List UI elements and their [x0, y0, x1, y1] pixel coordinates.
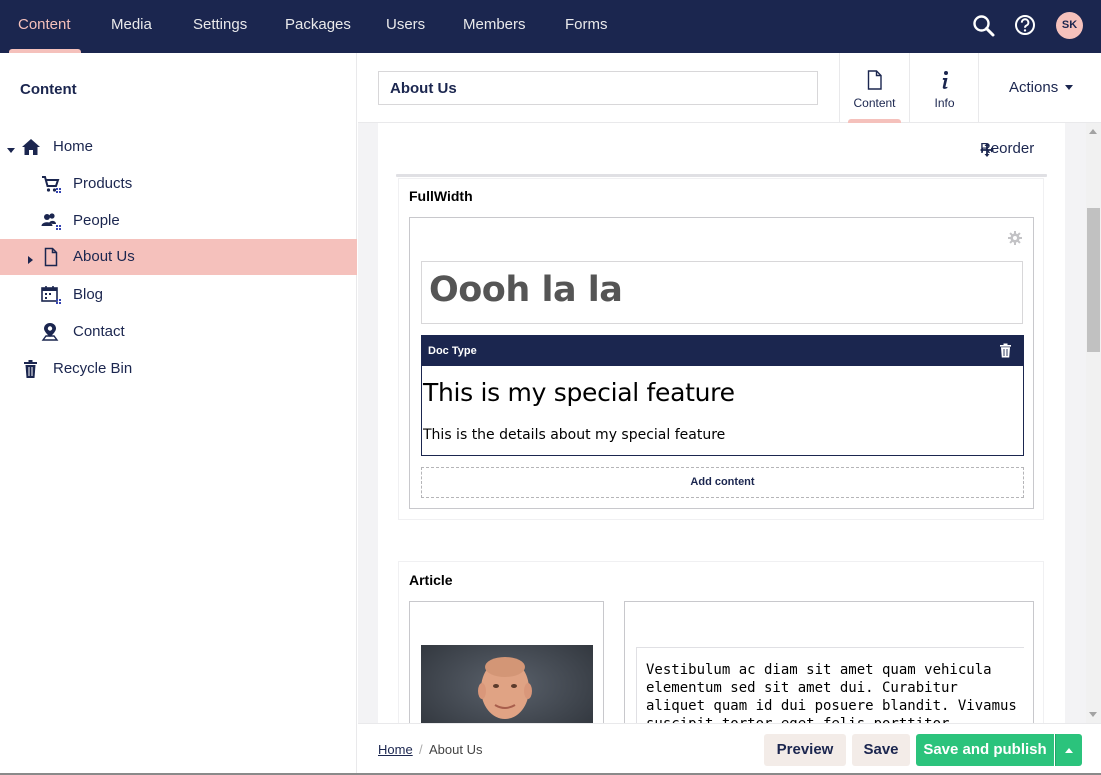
nav-item-forms[interactable]: Forms: [565, 0, 608, 53]
article-text-column[interactable]: Vestibulum ac diam sit amet quam vehicul…: [624, 601, 1034, 723]
content-tree-sidebar: Content Home Products People About Us Bl…: [0, 53, 357, 775]
tree-item-about-us[interactable]: About Us: [0, 239, 357, 275]
save-button[interactable]: Save: [852, 734, 910, 766]
publish-options-button[interactable]: [1055, 734, 1082, 766]
feature-description: This is the details about my special fea…: [423, 427, 726, 443]
nav-item-settings[interactable]: Settings: [193, 0, 247, 53]
tree-item-label: Products: [73, 175, 133, 192]
info-icon: [936, 70, 954, 90]
tree-item-label: Blog: [73, 286, 104, 303]
document-name-input[interactable]: [378, 71, 818, 105]
breadcrumb-separator: /: [419, 742, 423, 757]
add-content-button[interactable]: Add content: [421, 467, 1024, 498]
nav-item-packages[interactable]: Packages: [285, 0, 351, 53]
move-arrows-icon: [980, 143, 994, 157]
headline-text: Oooh la la: [429, 270, 623, 310]
people-icon: [41, 211, 61, 231]
tree-item-recycle-bin[interactable]: Recycle Bin: [0, 351, 357, 387]
fullwidth-section-title: FullWidth: [409, 188, 473, 204]
doctype-label: Doc Type: [428, 345, 477, 357]
doctype-block[interactable]: Doc Type This is my special feature This…: [421, 335, 1024, 456]
search-icon[interactable]: [971, 13, 997, 39]
headline-editor[interactable]: Oooh la la: [421, 261, 1023, 324]
article-text-editor[interactable]: Vestibulum ac diam sit amet quam vehicul…: [636, 647, 1024, 723]
tree-item-contact[interactable]: Contact: [0, 314, 357, 350]
content-app-label: Content: [853, 96, 896, 110]
calendar-icon: [41, 285, 61, 305]
reorder-button[interactable]: Reorder: [960, 140, 1034, 160]
tree-item-label: Contact: [73, 323, 125, 340]
divider: [396, 174, 1047, 177]
grid-editor-panel: Reorder FullWidth Oooh la la Doc Type Th…: [378, 123, 1065, 723]
map-pin-icon: [41, 322, 61, 342]
help-icon[interactable]: [1012, 13, 1038, 39]
info-app-button[interactable]: Info: [909, 53, 979, 123]
nav-item-members[interactable]: Members: [463, 0, 526, 53]
caret-right-icon[interactable]: [25, 252, 35, 264]
feature-title: This is my special feature: [423, 378, 735, 407]
article-text: Vestibulum ac diam sit amet quam vehicul…: [646, 662, 1017, 723]
nav-item-content[interactable]: Content: [9, 0, 81, 53]
save-and-publish-button[interactable]: Save and publish: [916, 734, 1054, 766]
caret-down-icon: [1065, 85, 1073, 90]
tree-item-products[interactable]: Products: [0, 166, 357, 202]
tree-item-home[interactable]: Home: [0, 129, 357, 165]
tree-item-label: Home: [53, 138, 94, 155]
doctype-toolbar: Doc Type: [422, 336, 1023, 366]
home-icon: [21, 137, 41, 157]
article-image-column[interactable]: [409, 601, 604, 723]
actions-label: Actions: [1009, 79, 1059, 96]
caret-up-icon: [1065, 748, 1073, 753]
nav-item-users[interactable]: Users: [386, 0, 425, 53]
nav-item-media[interactable]: Media: [111, 0, 152, 53]
shopping-cart-icon: [41, 174, 61, 194]
fullwidth-row[interactable]: Oooh la la Doc Type This is my special f…: [409, 217, 1034, 509]
scrollbar-thumb[interactable]: [1087, 208, 1100, 352]
user-avatar[interactable]: SK: [1056, 12, 1083, 39]
tree-item-label: Recycle Bin: [53, 360, 133, 377]
editor-footer: Home / About Us Preview Save Save and pu…: [358, 723, 1101, 775]
document-icon: [866, 70, 884, 90]
tree-item-people[interactable]: People: [0, 203, 357, 239]
gear-icon[interactable]: [1008, 231, 1022, 245]
breadcrumb-current: About Us: [429, 742, 483, 757]
caret-down-icon[interactable]: [6, 142, 16, 153]
document-icon: [41, 247, 61, 267]
breadcrumb-home-link[interactable]: Home: [378, 742, 413, 757]
article-photo[interactable]: [421, 645, 593, 723]
tree-item-blog[interactable]: Blog: [0, 277, 357, 313]
editor-header: Content Info Actions: [358, 53, 1101, 123]
scroll-down-arrow-icon[interactable]: [1089, 712, 1097, 717]
scroll-up-arrow-icon[interactable]: [1089, 129, 1097, 134]
editor-scrollbar[interactable]: [1086, 123, 1101, 723]
preview-button[interactable]: Preview: [764, 734, 846, 766]
sidebar-title: Content: [20, 81, 77, 98]
article-section-title: Article: [409, 572, 453, 588]
tree-item-label: About Us: [73, 248, 135, 265]
actions-dropdown-button[interactable]: Actions: [978, 53, 1101, 123]
trash-icon[interactable]: [999, 343, 1012, 358]
info-app-label: Info: [934, 96, 955, 110]
top-navigation-bar: Content Media Settings Packages Users Me…: [0, 0, 1101, 53]
tree-item-label: People: [73, 212, 120, 229]
editor-canvas: Reorder FullWidth Oooh la la Doc Type Th…: [358, 123, 1086, 723]
trash-icon: [21, 359, 41, 379]
content-app-button[interactable]: Content: [839, 53, 909, 123]
